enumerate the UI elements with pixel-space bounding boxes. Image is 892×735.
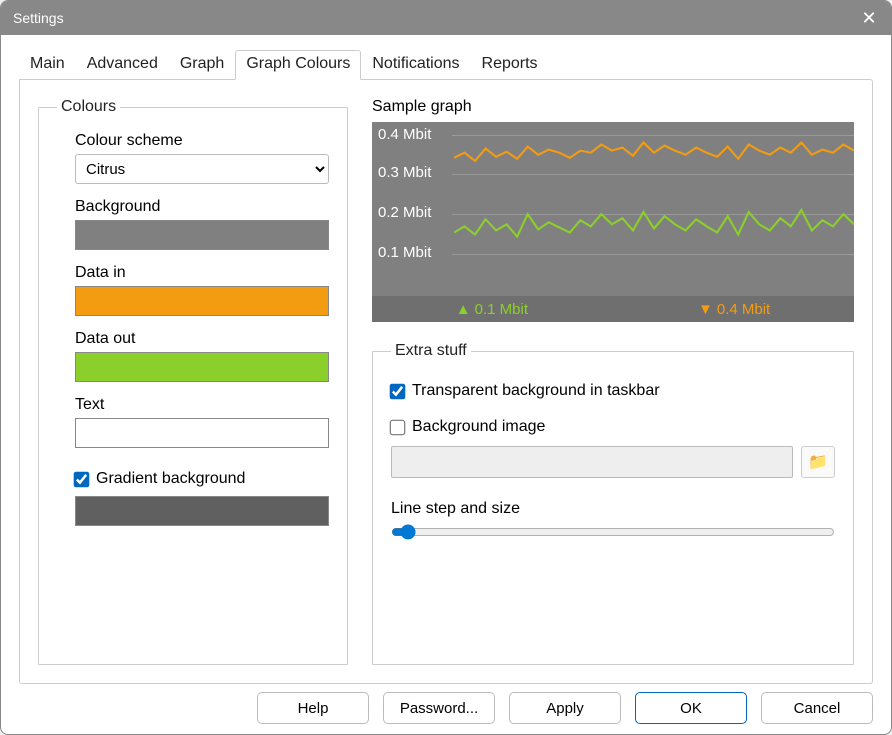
button-row: Help Password... Apply OK Cancel — [19, 684, 873, 724]
footer-out-value: 0.4 Mbit — [717, 301, 770, 318]
ok-button[interactable]: OK — [635, 692, 747, 724]
tab-panel-graph-colours: Colours Colour scheme Citrus Background — [19, 79, 873, 684]
window-title: Settings — [13, 10, 64, 26]
sample-graph-footer: ▲ 0.1 Mbit ▼ 0.4 Mbit — [372, 296, 854, 322]
titlebar: Settings ✕ — [1, 1, 891, 35]
data-out-label: Data out — [75, 330, 329, 348]
tab-main[interactable]: Main — [19, 50, 76, 80]
settings-window: Settings ✕ Main Advanced Graph Graph Col… — [0, 0, 892, 735]
sample-graph-header: Sample graph — [372, 98, 854, 116]
data-in-colour-swatch[interactable] — [75, 286, 329, 316]
background-image-path[interactable] — [391, 446, 793, 478]
gradient-label[interactable]: Gradient background — [96, 470, 245, 488]
sample-graph-svg — [454, 122, 854, 296]
content-area: Main Advanced Graph Graph Colours Notifi… — [1, 35, 891, 734]
cancel-button[interactable]: Cancel — [761, 692, 873, 724]
y-tick-1: 0.1 Mbit — [378, 244, 431, 261]
transparent-taskbar-label[interactable]: Transparent background in taskbar — [412, 382, 660, 400]
text-colour-swatch[interactable] — [75, 418, 329, 448]
slider-label: Line step and size — [391, 500, 835, 518]
y-tick-2: 0.2 Mbit — [378, 204, 431, 221]
text-label: Text — [75, 396, 329, 414]
tab-graph[interactable]: Graph — [169, 50, 235, 80]
password-button[interactable]: Password... — [383, 692, 495, 724]
triangle-down-icon: ▼ — [698, 301, 713, 318]
background-image-label[interactable]: Background image — [412, 418, 545, 436]
triangle-up-icon: ▲ — [456, 301, 471, 318]
colour-scheme-select[interactable]: Citrus — [75, 154, 329, 184]
extra-legend: Extra stuff — [391, 342, 471, 360]
sample-graph: 0.4 Mbit 0.3 Mbit 0.2 Mbit 0.1 Mbit — [372, 122, 854, 322]
help-button[interactable]: Help — [257, 692, 369, 724]
colour-scheme-label: Colour scheme — [75, 132, 329, 150]
close-icon[interactable]: ✕ — [859, 8, 879, 29]
tab-advanced[interactable]: Advanced — [76, 50, 169, 80]
tab-notifications[interactable]: Notifications — [361, 50, 470, 80]
tab-bar: Main Advanced Graph Graph Colours Notifi… — [19, 49, 873, 79]
background-label: Background — [75, 198, 329, 216]
colours-legend: Colours — [57, 98, 120, 116]
gradient-checkbox[interactable] — [74, 471, 90, 487]
transparent-taskbar-checkbox[interactable] — [390, 383, 406, 399]
line-data-out — [454, 210, 854, 237]
background-colour-swatch[interactable] — [75, 220, 329, 250]
data-in-label: Data in — [75, 264, 329, 282]
tab-reports[interactable]: Reports — [471, 50, 549, 80]
browse-button[interactable]: 📁 — [801, 446, 835, 478]
background-image-checkbox[interactable] — [390, 419, 406, 435]
line-step-size-slider[interactable] — [391, 524, 835, 540]
folder-icon: 📁 — [808, 452, 828, 472]
footer-in-value: 0.1 Mbit — [475, 301, 528, 318]
line-data-in — [454, 142, 854, 160]
tab-graph-colours[interactable]: Graph Colours — [235, 50, 361, 80]
y-tick-3: 0.3 Mbit — [378, 164, 431, 181]
gradient-colour-swatch[interactable] — [75, 496, 329, 526]
extra-stuff-group: Extra stuff Transparent background in ta… — [372, 342, 854, 665]
apply-button[interactable]: Apply — [509, 692, 621, 724]
colours-group: Colours Colour scheme Citrus Background — [38, 98, 348, 665]
data-out-colour-swatch[interactable] — [75, 352, 329, 382]
y-tick-4: 0.4 Mbit — [378, 126, 431, 143]
